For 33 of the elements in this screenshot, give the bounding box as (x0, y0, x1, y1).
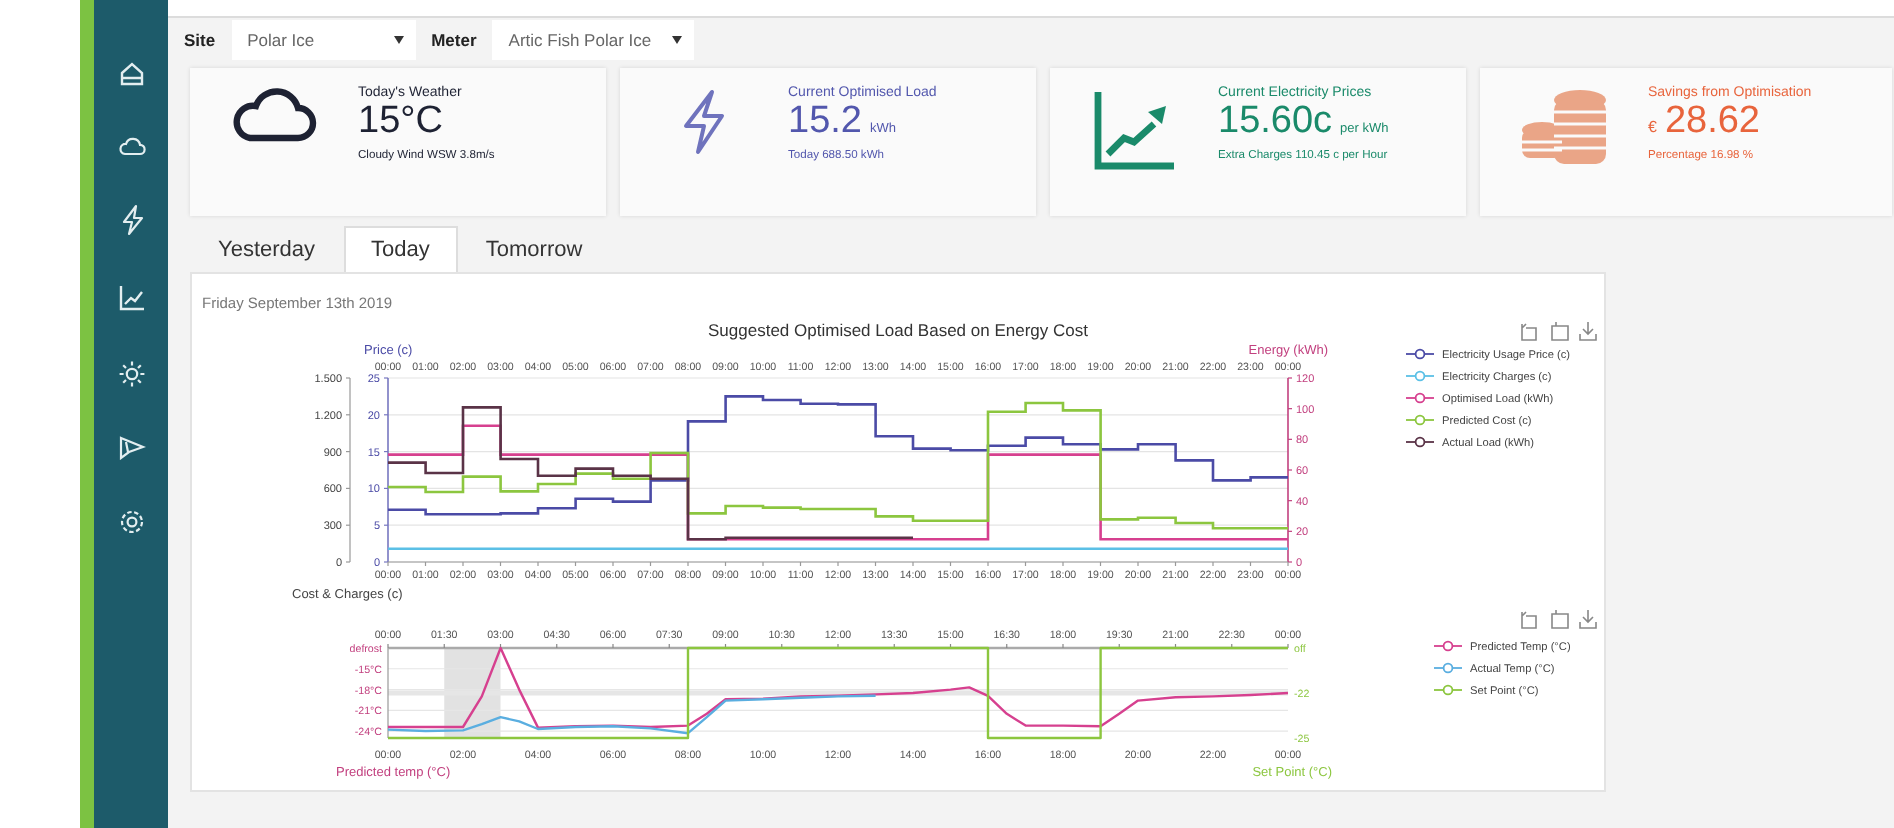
zoom-icon[interactable] (1551, 321, 1569, 341)
card-value: 15.2 (788, 100, 862, 144)
settings-icon[interactable] (117, 508, 145, 536)
temperature-axis (387, 647, 389, 739)
card-value: 28.62 (1664, 100, 1760, 144)
zoom-icon[interactable] (1551, 609, 1569, 629)
day-tab[interactable]: Today (343, 226, 458, 272)
restore-icon[interactable] (1521, 323, 1537, 341)
download-icon[interactable] (1579, 609, 1597, 629)
day-tab[interactable]: Yesterday (190, 226, 344, 272)
card-value: 15.60c (1218, 100, 1333, 144)
dropdown[interactable]: Artic Fish Polar Ice (492, 20, 694, 60)
cloud-icon[interactable] (117, 136, 145, 156)
cloud-icon (230, 88, 318, 144)
download-icon[interactable] (1579, 321, 1597, 341)
day-tab[interactable]: Tomorrow (457, 226, 611, 272)
caret-icon (671, 36, 682, 44)
trend-chart-icon (1092, 88, 1176, 172)
sun-icon[interactable] (117, 360, 145, 388)
coins-icon (1520, 88, 1608, 168)
chart-title: Suggested Optimised Load Based on Energy Cost (708, 320, 1088, 340)
lightning-icon[interactable] (119, 204, 143, 236)
currency-symbol: € (1648, 118, 1657, 136)
line-chart-icon[interactable] (117, 284, 145, 312)
caret-icon (393, 36, 404, 44)
filter-label: Site (184, 30, 216, 50)
restore-icon[interactable] (1521, 611, 1537, 629)
dropdown[interactable]: Polar Ice (231, 20, 416, 60)
home-icon[interactable] (117, 60, 145, 88)
flag-icon[interactable] (117, 436, 145, 460)
lightning-icon (680, 88, 728, 156)
filter-label: Meter (431, 30, 477, 50)
card-value: 15°C (358, 100, 443, 144)
